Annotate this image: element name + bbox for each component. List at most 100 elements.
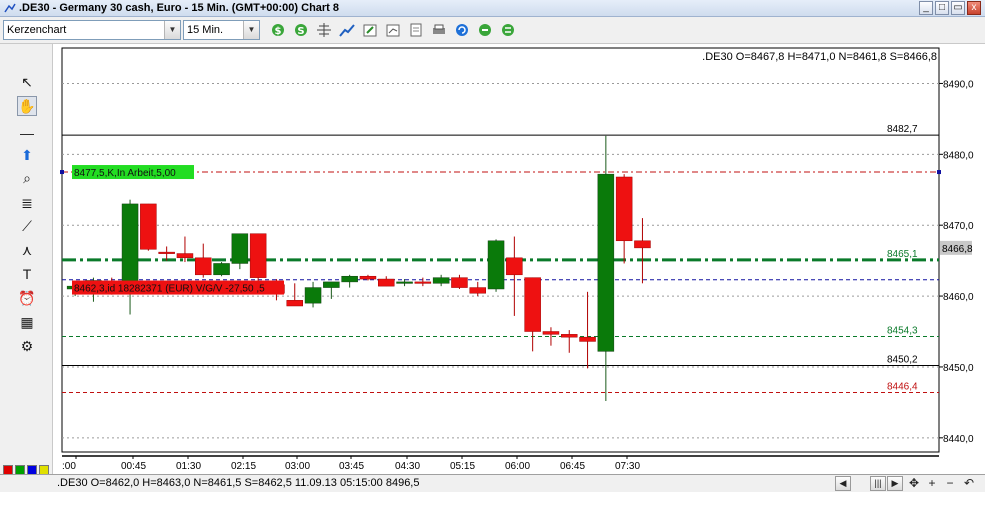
interval-select[interactable]: 15 Min. ▼ — [183, 20, 260, 40]
empty-area — [0, 492, 985, 525]
app-icon — [4, 2, 16, 14]
x-tick-label: :00 — [62, 461, 76, 472]
y-tick-label: 8450,0 — [943, 363, 974, 374]
level-label: 8450,2 — [887, 355, 918, 366]
candle-body — [121, 203, 139, 283]
x-tick-label: 03:45 — [339, 461, 364, 472]
level-label: 8446,4 — [887, 381, 918, 392]
y-tick-label: 8470,0 — [943, 221, 974, 232]
candle-body — [432, 277, 450, 284]
title-bar: .DE30 - Germany 30 cash, Euro - 15 Min. … — [0, 0, 985, 17]
zoom-in-icon[interactable]: + — [924, 476, 940, 491]
undo-icon[interactable]: ↶ — [961, 476, 977, 491]
candle-body — [561, 334, 578, 338]
fibonacci-icon[interactable]: ≣ — [17, 193, 37, 213]
price-chart[interactable]: 8440,0 8450,0 8460,0 8470,0 8480,0 8490,0:00 0… — [54, 44, 985, 474]
chevron-down-icon[interactable]: ▼ — [243, 21, 259, 39]
chart-type-select[interactable]: Kerzenchart ▼ — [3, 20, 181, 40]
chart-toolbar: Kerzenchart ▼ 15 Min. ▼ $ S — [0, 17, 985, 44]
x-tick-label: 02:15 — [231, 461, 256, 472]
level-label: 8465,1 — [887, 249, 918, 260]
x-tick-label: 07:30 — [615, 461, 640, 472]
settings2-icon[interactable] — [499, 21, 517, 39]
candle-body — [542, 331, 560, 335]
x-tick-label: 04:30 — [395, 461, 420, 472]
candle-body — [506, 257, 523, 276]
svg-text:$: $ — [275, 26, 282, 37]
x-tick-label: 01:30 — [176, 461, 201, 472]
alarm-clock-icon[interactable]: ⏰ — [17, 288, 37, 308]
sell-icon[interactable]: S — [292, 21, 310, 39]
candle-body — [213, 263, 230, 276]
text-tool-icon[interactable]: T — [17, 264, 37, 284]
window-controls: _ □ ▭ x — [919, 1, 981, 15]
pitchfork-icon[interactable]: ⋏ — [17, 240, 37, 260]
y-tick-label: 8490,0 — [943, 79, 974, 90]
candle-body — [524, 277, 541, 332]
edit-icon[interactable] — [361, 21, 379, 39]
zoom-chart-icon[interactable] — [384, 21, 402, 39]
horizontal-line-icon[interactable]: — — [17, 123, 37, 143]
order-handle — [937, 170, 941, 175]
order-handle — [60, 170, 64, 175]
chart-area[interactable]: 8440,0 8450,0 8460,0 8470,0 8480,0 8490,0:00 0… — [54, 44, 985, 492]
candle-body — [414, 281, 432, 284]
x-tick-label: 06:45 — [560, 461, 585, 472]
restore-button[interactable]: □ — [935, 1, 949, 15]
arrow-up-icon[interactable]: ⬆ — [17, 145, 37, 165]
minimize-button[interactable]: _ — [919, 1, 933, 15]
window-title: .DE30 - Germany 30 cash, Euro - 15 Min. … — [19, 2, 340, 14]
order-label: 8462,3,id 18282371 (EUR) V/G/V -27,50 ,5 — [74, 284, 265, 295]
candle-body — [286, 300, 303, 307]
level-label: 8454,3 — [887, 325, 918, 336]
scroll-right-button[interactable]: ▶ — [887, 476, 903, 491]
settings-icon[interactable] — [476, 21, 494, 39]
candle-body — [597, 173, 615, 352]
move-icon[interactable]: ✥ — [906, 476, 922, 491]
interval-value: 15 Min. — [187, 24, 224, 36]
current-price-label: 8466,8 — [942, 244, 973, 255]
x-tick-label: 03:00 — [285, 461, 310, 472]
candle-body — [396, 281, 413, 284]
candle-body — [195, 257, 212, 276]
crosshair-icon[interactable] — [315, 21, 333, 39]
candle-body — [378, 278, 395, 287]
candle-body — [323, 281, 340, 288]
candle-body — [158, 251, 175, 254]
ohlc-info-label: .DE30 O=8467,8 H=8471,0 N=8461,8 S=8466,… — [702, 51, 937, 63]
fan-lines-icon[interactable]: ⟋ — [17, 216, 37, 236]
print-icon[interactable] — [430, 21, 448, 39]
status-text: .DE30 O=8462,0 H=8463,0 N=8461,5 S=8462,… — [57, 477, 420, 489]
candle-body — [469, 287, 486, 294]
candle-body — [487, 240, 505, 290]
candle-body — [579, 336, 596, 342]
status-bar: .DE30 O=8462,0 H=8463,0 N=8461,5 S=8462,… — [0, 474, 985, 492]
zoom-icon[interactable]: ⌕ — [17, 168, 37, 188]
x-tick-label: 05:15 — [450, 461, 475, 472]
y-tick-label: 8480,0 — [943, 150, 974, 161]
candle-body — [249, 233, 267, 278]
candle-body — [304, 287, 322, 304]
x-tick-label: 00:45 — [121, 461, 146, 472]
chart-type-value: Kerzenchart — [7, 24, 67, 36]
scroll-thumb[interactable]: ||| — [870, 476, 886, 491]
buy-icon[interactable]: $ — [269, 21, 287, 39]
drawing-toolbar: ↖ ✋ — ⬆ ⌕ ≣ ⟋ ⋏ T ⏰ ▦ ⚙ — [0, 44, 53, 492]
chevron-down-icon[interactable]: ▼ — [164, 21, 180, 39]
close-button[interactable]: x — [967, 1, 981, 15]
maximize-button[interactable]: ▭ — [951, 1, 965, 15]
candle-body — [341, 275, 358, 283]
hand-tool-icon[interactable]: ✋ — [17, 96, 37, 116]
indicator-icon[interactable] — [338, 21, 356, 39]
properties-icon[interactable]: ⚙ — [17, 336, 37, 356]
document-icon[interactable] — [407, 21, 425, 39]
calculator-icon[interactable]: ▦ — [17, 312, 37, 332]
y-tick-label: 8460,0 — [943, 292, 974, 303]
candle-body — [634, 240, 651, 249]
zoom-out-icon[interactable]: − — [942, 476, 958, 491]
cursor-arrow-icon[interactable]: ↖ — [17, 72, 37, 92]
scroll-left-button[interactable]: ◀ — [835, 476, 851, 491]
refresh-icon[interactable] — [453, 21, 471, 39]
level-label: 8482,7 — [887, 124, 918, 135]
candle-body — [176, 253, 194, 259]
